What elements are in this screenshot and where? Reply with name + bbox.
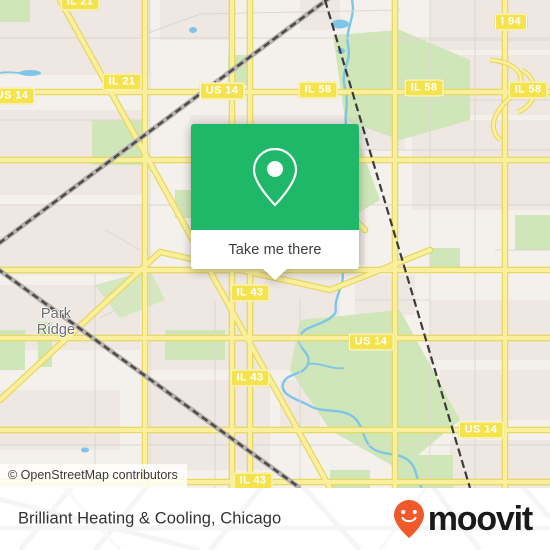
footer-bar: Brilliant Heating & Cooling, Chicago moo…	[0, 488, 550, 550]
shield-il-58-b: IL 58	[404, 79, 444, 97]
popup-cta-panel[interactable]: Take me there	[191, 230, 359, 280]
moovit-wordmark: moovit	[427, 500, 533, 538]
shield-il-58-c: IL 58	[508, 81, 548, 99]
location-title: Brilliant Heating & Cooling, Chicago	[18, 509, 282, 528]
moovit-smiley-pin-icon	[393, 500, 424, 538]
shield-us-14-right: US 14	[458, 421, 504, 439]
shield-us-14-left: US 14	[0, 87, 35, 105]
shield-i-94: I 94	[495, 13, 527, 31]
take-me-there-label: Take me there	[228, 241, 322, 258]
openstreetmap-attribution[interactable]: © OpenStreetMap contributors	[0, 464, 187, 488]
shield-us-14-top: US 14	[199, 82, 245, 100]
shield-il-58-a: IL 58	[298, 81, 338, 99]
shield-il-43-a: IL 43	[230, 284, 270, 302]
place-label-park-ridge: Park Ridge	[36, 306, 76, 338]
shield-il-43-c: IL 43	[233, 472, 273, 488]
moovit-logo[interactable]: moovit	[392, 499, 533, 539]
popup-pointer	[263, 269, 287, 280]
shield-il-21: IL 21	[102, 73, 142, 91]
location-popup-card[interactable]: Take me there	[191, 124, 359, 280]
shield-il-43-b: IL 43	[230, 369, 270, 387]
popup-pin-panel	[191, 124, 359, 230]
map-canvas[interactable]: Park Ridge IL 21 I 94 US 14 IL 21 US 14 IL 58…	[0, 0, 550, 488]
map-screenshot: Park Ridge IL 21 I 94 US 14 IL 21 US 14 IL 58…	[0, 0, 550, 550]
shield-us-14-mid: US 14	[348, 333, 394, 351]
shield-il-21-top: IL 21	[60, 0, 100, 11]
location-pin-icon	[252, 147, 298, 207]
